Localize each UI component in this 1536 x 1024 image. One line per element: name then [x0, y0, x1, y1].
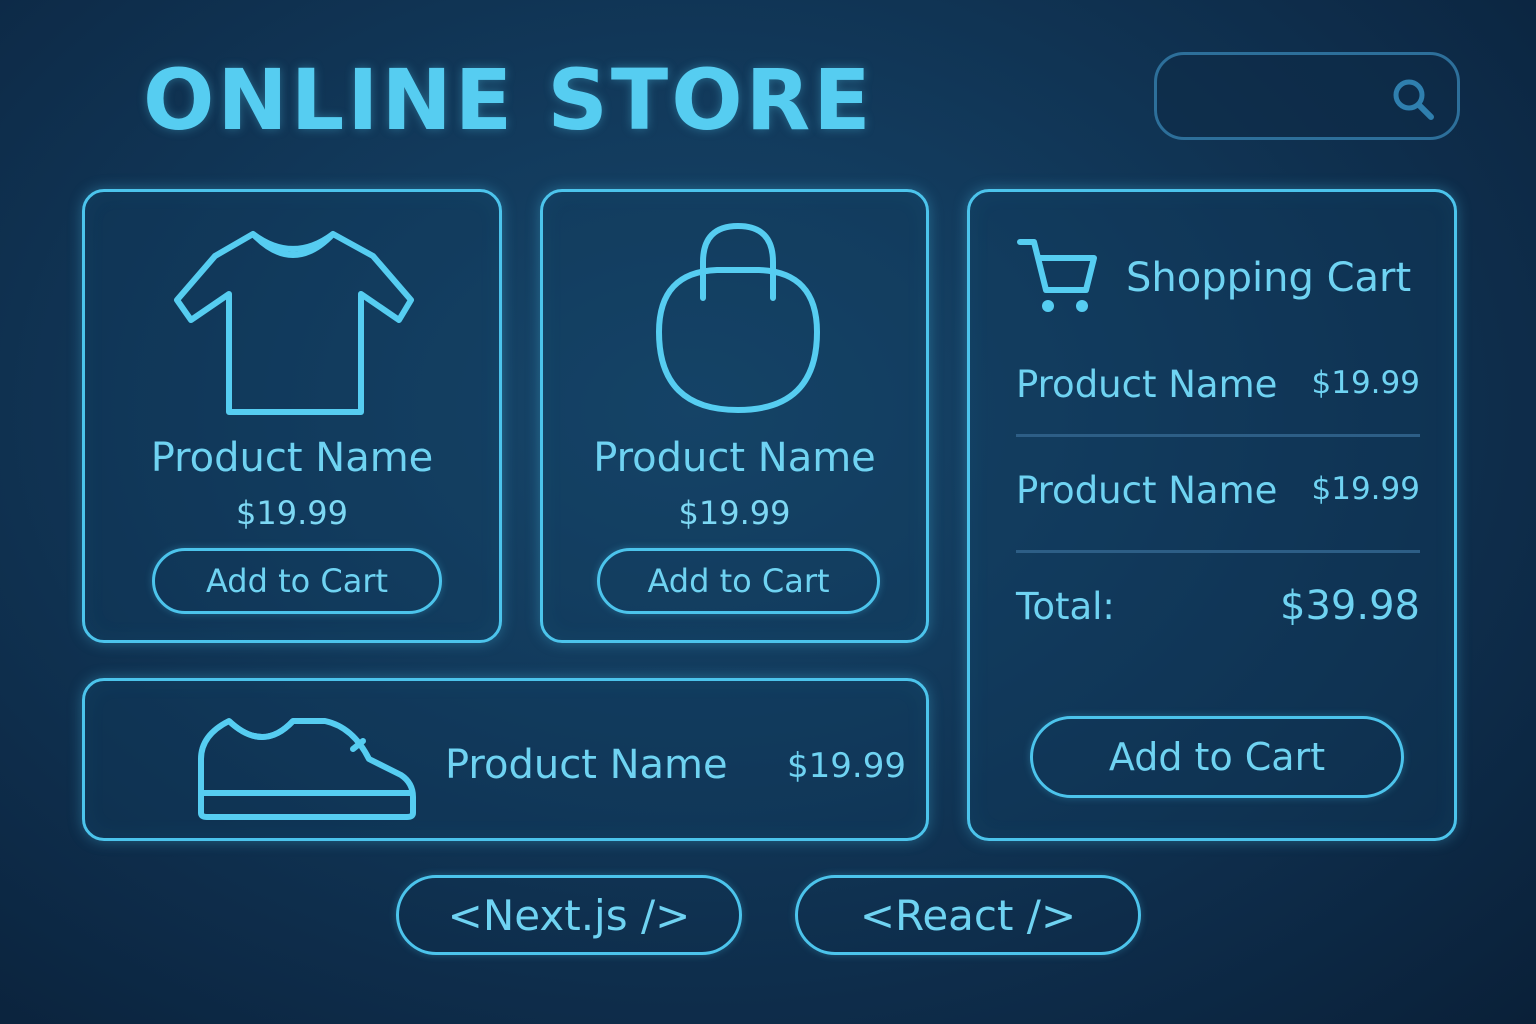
cart-title: Shopping Cart	[1126, 255, 1412, 301]
product-card-wide: Product Name $19.99	[82, 678, 929, 841]
product-name: Product Name	[593, 435, 876, 481]
cart-total-value: $39.98	[1280, 583, 1420, 629]
cart-item-price: $19.99	[1311, 365, 1420, 401]
tshirt-icon	[173, 228, 414, 415]
product-card: Product Name $19.99 Add to Cart	[82, 189, 502, 643]
shopping-cart-panel: Shopping Cart Product Name $19.99 Produc…	[967, 189, 1457, 841]
product-price: $19.99	[678, 494, 791, 532]
product-name: Product Name	[445, 742, 728, 788]
product-price: $19.99	[787, 746, 906, 786]
cart-add-to-cart-button[interactable]: Add to Cart	[1030, 716, 1404, 798]
product-name: Product Name	[150, 435, 434, 481]
divider	[1016, 434, 1420, 437]
nextjs-button[interactable]: <Next.js />	[396, 875, 742, 955]
search-bar[interactable]	[1154, 52, 1460, 140]
add-to-cart-button[interactable]: Add to Cart	[152, 548, 442, 614]
cart-item-name: Product Name	[1016, 469, 1278, 512]
cart-item-price: $19.99	[1311, 471, 1420, 507]
cart-item-name: Product Name	[1016, 363, 1278, 406]
sneaker-icon	[193, 713, 417, 821]
product-price: $19.99	[236, 494, 348, 532]
divider	[1016, 550, 1420, 553]
search-icon[interactable]	[1389, 75, 1439, 125]
shopping-cart-icon	[1016, 238, 1097, 314]
search-input[interactable]	[1179, 73, 1383, 121]
react-button[interactable]: <React />	[795, 875, 1141, 955]
add-to-cart-button[interactable]: Add to Cart	[597, 548, 880, 614]
cart-total-label: Total:	[1016, 585, 1115, 628]
product-card: Product Name $19.99 Add to Cart	[540, 189, 929, 643]
shopping-bag-icon	[653, 222, 823, 416]
page-title: ONLINE STORE	[143, 51, 874, 149]
